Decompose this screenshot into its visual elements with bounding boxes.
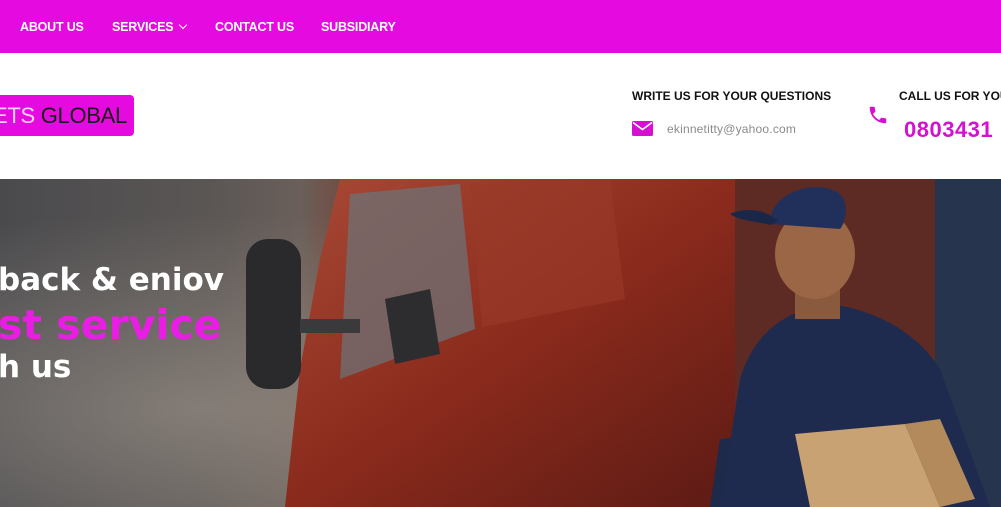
hero-headline-line3: h us [0, 349, 72, 385]
write-us-title: WRITE US FOR YOUR QUESTIONS [632, 89, 832, 103]
logo-text-part1: ETS [0, 103, 35, 128]
nav-about-us[interactable]: ABOUT US [20, 0, 84, 53]
envelope-icon [632, 121, 653, 141]
hero-headline-line1: back & eniov [0, 262, 224, 298]
top-navigation-bar: ABOUT US SERVICES CONTACT US SUBSIDIARY [0, 0, 1001, 53]
site-header: ETS GLOBAL WRITE US FOR YOUR QUESTIONS e… [0, 53, 1001, 179]
email-link[interactable]: ekinnetitty@yahoo.com [667, 122, 796, 136]
logo-text-part2: GLOBAL [40, 103, 128, 128]
hero-banner: back & eniov st service h us [0, 179, 1001, 507]
call-us-title: CALL US FOR YOUR [899, 89, 1001, 103]
nav-services-label: SERVICES [112, 20, 174, 34]
nav-services[interactable]: SERVICES [112, 0, 188, 53]
delivery-man-image [720, 187, 990, 507]
nav-contact-us[interactable]: CONTACT US [215, 0, 294, 53]
phone-number-link[interactable]: 0803431 [904, 117, 993, 143]
site-logo[interactable]: ETS GLOBAL [0, 95, 134, 136]
hero-headline-line2: st service [0, 301, 222, 349]
nav-subsidiary[interactable]: SUBSIDIARY [321, 0, 396, 53]
phone-icon [867, 104, 889, 131]
logo-text: ETS GLOBAL [0, 95, 127, 137]
chevron-down-icon [179, 20, 188, 30]
